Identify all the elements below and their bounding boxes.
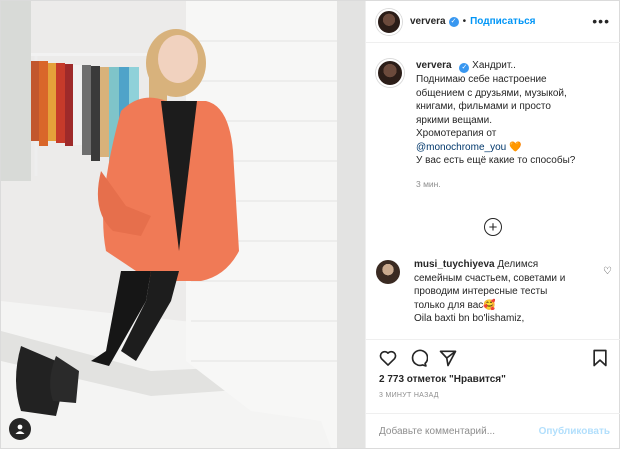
comment-line: Oila baxti bn bo'lishamiz, — [414, 313, 525, 324]
save-bookmark-icon[interactable] — [590, 348, 610, 368]
share-paper-plane-icon[interactable] — [438, 348, 458, 368]
comment-line: только для вас — [414, 299, 484, 311]
post-header: ververa ✓ • Подписаться ••• — [366, 1, 620, 43]
post-photo[interactable] — [1, 1, 365, 448]
post-timestamp[interactable]: 3 МИНУТ НАЗАД — [379, 392, 439, 399]
caption-line: книгами, фильмами и просто — [416, 101, 551, 112]
smiling-face-emoji: 🥰 — [483, 299, 496, 311]
caption-avatar[interactable] — [376, 59, 404, 87]
comment-input[interactable] — [379, 425, 539, 437]
likes-count[interactable]: 2 773 отметок "Нравится" — [379, 374, 506, 385]
follow-button[interactable]: Подписаться — [470, 16, 535, 27]
caption-line: У вас есть ещё какие то способы? — [416, 155, 576, 166]
photo-illustration — [1, 1, 365, 448]
caption-line: Поднимаю себе настроение — [416, 74, 547, 85]
verified-badge-icon: ✓ — [459, 63, 470, 73]
comment-item: musi_tuychiyeva Делимся семейным счастье… — [376, 258, 612, 326]
caption-line: общением с друзьями, музыкой, — [416, 87, 567, 99]
person-icon — [15, 424, 25, 434]
more-options-icon[interactable]: ••• — [592, 14, 610, 28]
caption-line: Хромотерапия от — [416, 128, 497, 139]
post-actions-bar — [366, 339, 620, 373]
mention-link[interactable]: @monochrome_you — [416, 142, 506, 153]
caption-text: ververa ✓ Хандрит.. Поднимаю себе настро… — [416, 59, 575, 191]
post-side-panel: ververa ✓ • Подписаться ••• ververa ✓ Ха… — [365, 1, 620, 448]
comments-section: ververa ✓ Хандрит.. Поднимаю себе настро… — [366, 43, 620, 339]
author-avatar[interactable] — [376, 8, 402, 35]
verified-badge-icon: ✓ — [448, 16, 459, 27]
commenter-avatar[interactable] — [376, 260, 400, 284]
load-more-comments-button[interactable]: + — [484, 218, 502, 236]
comment-line: семейным счастьем, советами и — [414, 272, 566, 284]
caption-line: Хандрит.. — [472, 60, 516, 71]
comment-bubble-icon[interactable] — [408, 348, 428, 368]
author-username[interactable]: ververa — [410, 16, 446, 27]
commenter-username[interactable]: musi_tuychiyeva — [414, 259, 495, 270]
separator-dot: • — [462, 16, 467, 27]
caption-time: 3 мин. — [416, 178, 441, 189]
comment-like-heart-icon[interactable]: ♡ — [603, 266, 612, 277]
caption-line: яркими вещами. — [416, 114, 492, 126]
caption-username[interactable]: ververa — [416, 60, 452, 71]
add-comment-bar: Опубликовать — [366, 413, 620, 448]
comment-line: Делимся — [497, 259, 539, 270]
publish-button[interactable]: Опубликовать — [539, 426, 610, 437]
orange-heart-emoji: 🧡 — [508, 141, 522, 153]
like-heart-icon[interactable] — [378, 348, 398, 368]
comment-line: проводим интересные тесты — [414, 286, 548, 297]
tagged-users-button[interactable] — [9, 418, 31, 440]
instagram-post: ververa ✓ • Подписаться ••• ververa ✓ Ха… — [0, 0, 620, 449]
plus-icon: + — [488, 218, 498, 236]
comment-text: musi_tuychiyeva Делимся семейным счастье… — [414, 258, 594, 326]
post-caption: ververa ✓ Хандрит.. Поднимаю себе настро… — [376, 59, 610, 191]
